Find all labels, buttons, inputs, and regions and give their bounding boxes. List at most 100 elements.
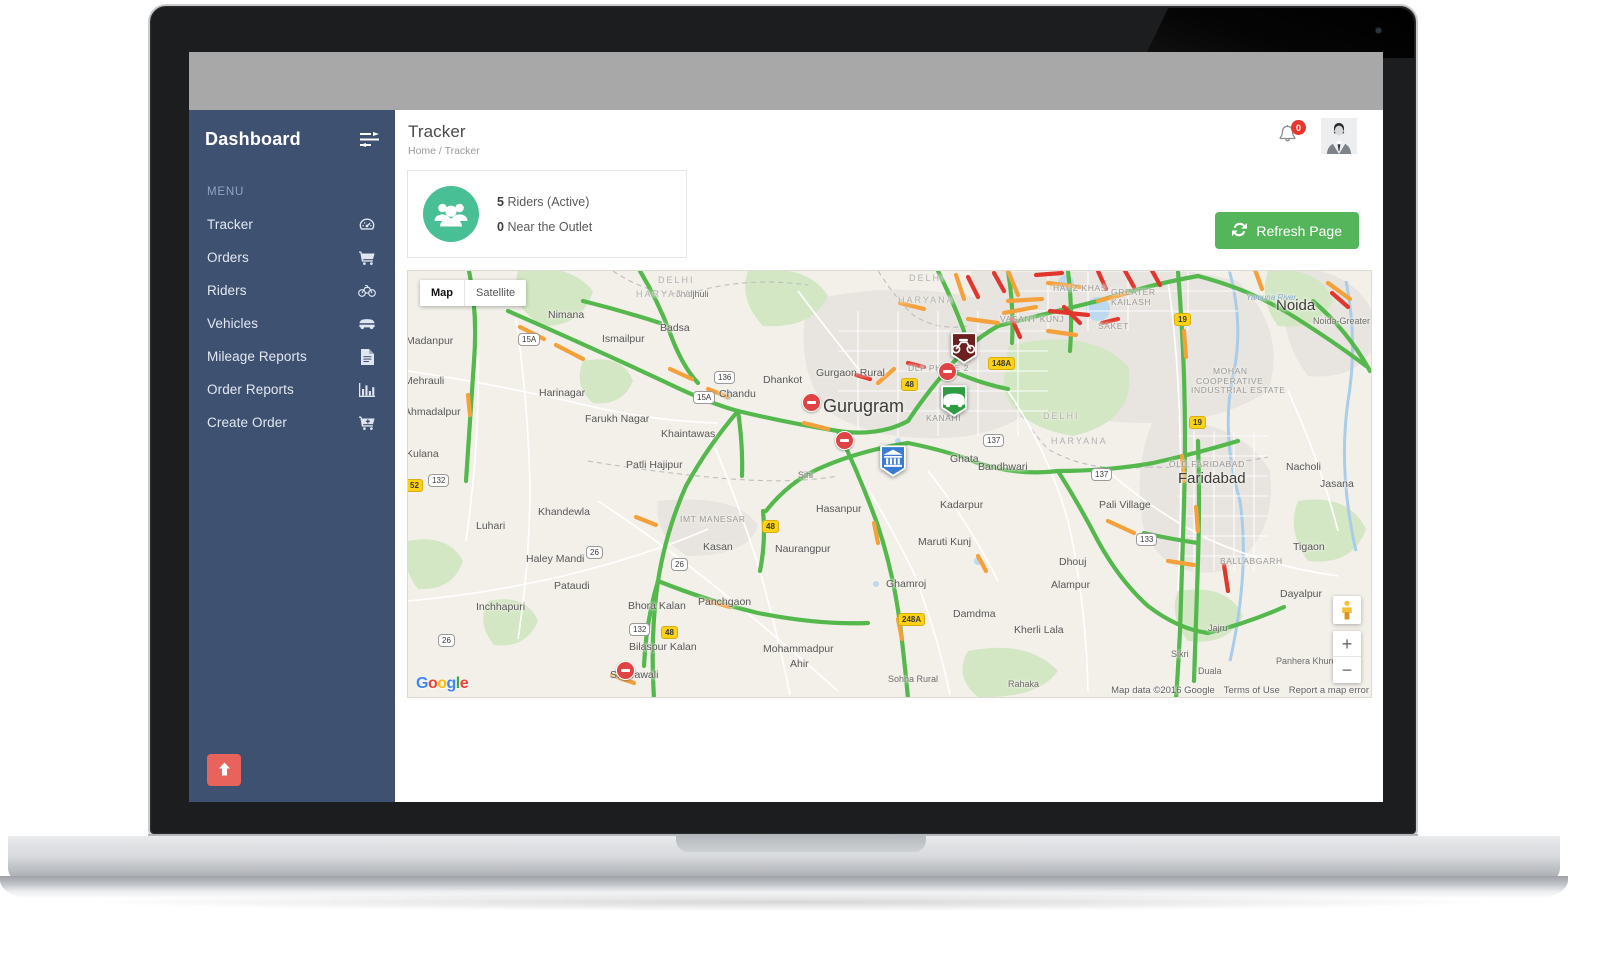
map-zoom-control[interactable]: + −: [1333, 631, 1361, 683]
main-content: Tracker Home / Tracker 0 5 Riders (Activ…: [395, 110, 1383, 802]
notification-count-badge: 0: [1291, 120, 1306, 135]
sidebar-item-label: Vehicles: [207, 316, 259, 331]
dashboard-gauge-icon: [358, 216, 376, 234]
refresh-icon: [1232, 222, 1248, 240]
sidebar-item-tracker[interactable]: Tracker: [189, 208, 395, 241]
sidebar-item-label: Orders: [207, 250, 249, 265]
screen-glare: [1144, 8, 1414, 58]
sidebar-item-order-reports[interactable]: Order Reports: [189, 373, 395, 406]
laptop-shadow: [90, 893, 1490, 911]
map-type-control[interactable]: Map Satellite: [420, 280, 527, 306]
map-panel[interactable]: GurugramNoidaFaridabadKiloiJhuljhuliNima…: [407, 270, 1372, 698]
riders-count: 5: [497, 194, 504, 209]
webcam-icon: [1376, 28, 1381, 33]
sidebar-item-mileage-reports[interactable]: Mileage Reports: [189, 340, 395, 373]
outlet-bank-marker[interactable]: [878, 444, 908, 478]
bell-icon: [1277, 125, 1298, 150]
sidebar-item-riders[interactable]: Riders: [189, 274, 395, 307]
bar-chart-icon: [358, 381, 376, 399]
map-attribution: Map data ©2016 Google Terms of Use Repor…: [1111, 685, 1369, 696]
riders-label: Riders (Active): [507, 194, 590, 209]
laptop-trackpad-notch: [676, 836, 926, 852]
page-title: Tracker: [408, 122, 466, 141]
vehicle-car-marker[interactable]: [939, 384, 969, 418]
riders-active-line: 5 Riders (Active): [497, 195, 592, 209]
street-view-pegman-icon[interactable]: [1333, 596, 1361, 624]
browser-chrome-bar: [189, 52, 1383, 114]
google-logo-letter: G: [416, 675, 428, 692]
road-shield: 133: [1136, 533, 1158, 546]
laptop-mockup: Dashboard MENU Tracker Orders Riders Veh…: [0, 0, 1601, 965]
google-logo-letter: e: [459, 675, 469, 692]
scroll-to-top-button[interactable]: [207, 754, 241, 786]
zoom-out-button[interactable]: −: [1333, 657, 1361, 683]
file-document-icon: [358, 348, 376, 366]
road-shield: 26: [586, 546, 603, 559]
sidebar: Dashboard MENU Tracker Orders Riders Veh…: [189, 110, 395, 802]
traffic-incident-icon[interactable]: [616, 661, 635, 680]
road-shield: 48: [762, 520, 779, 533]
toggle-sidebar-icon[interactable]: [359, 131, 379, 147]
road-shield: 15A: [693, 391, 716, 404]
road-shield: 26: [438, 634, 455, 647]
road-shield: 48: [901, 378, 918, 391]
sidebar-item-label: Tracker: [207, 217, 253, 232]
user-avatar-icon: [1321, 118, 1357, 154]
map-type-button-satellite[interactable]: Satellite: [464, 280, 527, 306]
sidebar-item-label: Riders: [207, 283, 247, 298]
sidebar-item-label: Create Order: [207, 415, 287, 430]
browser-viewport: Dashboard MENU Tracker Orders Riders Veh…: [189, 52, 1383, 802]
traffic-incident-icon[interactable]: [802, 393, 821, 412]
sidebar-item-vehicles[interactable]: Vehicles: [189, 307, 395, 340]
breadcrumb: Home / Tracker: [408, 145, 480, 157]
notifications-button[interactable]: 0: [1277, 120, 1306, 150]
google-logo-letter: o: [427, 675, 438, 692]
near-outlet-line: 0 Near the Outlet: [497, 220, 592, 234]
map-type-button-map[interactable]: Map: [420, 280, 464, 306]
map-data-attribution: Map data ©2016 Google: [1111, 685, 1215, 696]
bicycle-icon: [358, 282, 376, 300]
traffic-incident-icon[interactable]: [835, 431, 854, 450]
google-logo: Google: [416, 675, 469, 693]
sidebar-item-orders[interactable]: Orders: [189, 241, 395, 274]
road-shield: 48: [661, 626, 678, 639]
sidebar-brand-title: Dashboard: [205, 128, 301, 149]
rider-stat-card: 5 Riders (Active) 0 Near the Outlet: [407, 170, 687, 258]
terms-of-use-link[interactable]: Terms of Use: [1224, 685, 1280, 696]
page-header: Tracker Home / Tracker: [395, 110, 1383, 157]
car-icon: [358, 315, 376, 333]
road-shield: 137: [983, 434, 1005, 447]
road-shield: 132: [629, 623, 651, 636]
sidebar-item-label: Order Reports: [207, 382, 294, 397]
zoom-in-button[interactable]: +: [1333, 631, 1361, 657]
rider-stat-text: 5 Riders (Active) 0 Near the Outlet: [497, 195, 592, 234]
avatar[interactable]: [1321, 118, 1357, 154]
header-actions: 0: [1277, 118, 1357, 154]
near-outlet-count: 0: [497, 219, 504, 234]
users-group-icon: [423, 186, 479, 242]
road-shield: 26: [671, 558, 688, 571]
refresh-page-label: Refresh Page: [1256, 222, 1342, 239]
refresh-page-button[interactable]: Refresh Page: [1215, 212, 1359, 249]
shopping-cart-icon: [358, 249, 376, 267]
road-shield: 148A: [988, 357, 1016, 370]
arrow-up-icon: [218, 762, 231, 779]
road-shield: 137: [1091, 468, 1113, 481]
road-shield: 132: [428, 474, 450, 487]
rider-motorcycle-marker[interactable]: [949, 331, 979, 365]
near-outlet-label: Near the Outlet: [507, 219, 593, 234]
road-shield: 136: [714, 371, 736, 384]
sidebar-section-label: MENU: [207, 186, 245, 198]
road-shield: 248A: [898, 613, 926, 626]
sidebar-item-create-order[interactable]: Create Order: [189, 406, 395, 439]
road-shield: 52: [408, 479, 423, 492]
map-canvas[interactable]: [408, 271, 1371, 697]
google-logo-letter: o: [437, 675, 447, 692]
report-map-error-link[interactable]: Report a map error: [1289, 685, 1369, 696]
google-logo-letter: g: [446, 675, 457, 692]
sidebar-item-label: Mileage Reports: [207, 349, 307, 364]
cart-plus-icon: [358, 414, 376, 432]
road-shield: 19: [1189, 416, 1206, 429]
sidebar-brand[interactable]: Dashboard: [189, 110, 395, 168]
road-shield: 19: [1174, 313, 1191, 326]
